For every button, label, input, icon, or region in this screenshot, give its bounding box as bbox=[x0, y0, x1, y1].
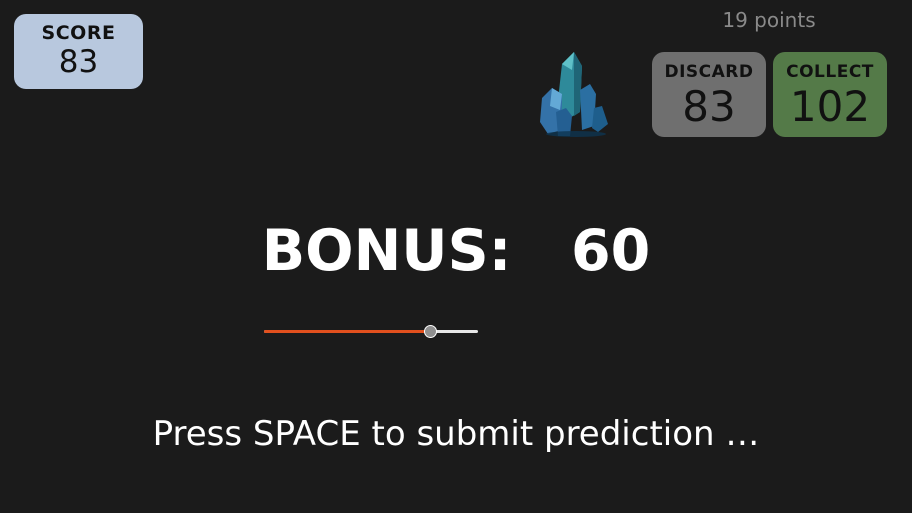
score-card: SCORE 83 bbox=[14, 14, 143, 89]
score-value: 83 bbox=[58, 44, 99, 80]
bonus-label: BONUS: bbox=[261, 218, 512, 284]
points-text: 19 points bbox=[722, 8, 816, 32]
collect-button[interactable]: COLLECT 102 bbox=[773, 52, 887, 137]
slider-fill bbox=[264, 330, 431, 333]
bonus-value: 60 bbox=[570, 218, 651, 284]
slider-thumb[interactable] bbox=[423, 325, 437, 338]
blue-crystal-icon bbox=[540, 52, 608, 137]
game-screen: SCORE 83 19 points DISCARD 83 COLLECT 10… bbox=[0, 0, 912, 513]
discard-button[interactable]: DISCARD 83 bbox=[652, 52, 766, 137]
collect-label: COLLECT bbox=[786, 62, 874, 82]
discard-value: 83 bbox=[682, 82, 736, 131]
submit-prompt: Press SPACE to submit prediction … bbox=[152, 414, 760, 454]
score-label: SCORE bbox=[41, 22, 116, 44]
discard-label: DISCARD bbox=[664, 62, 754, 82]
bonus-display: BONUS: 60 bbox=[0, 218, 912, 284]
collect-value: 102 bbox=[789, 82, 871, 131]
bonus-slider[interactable] bbox=[264, 322, 478, 342]
